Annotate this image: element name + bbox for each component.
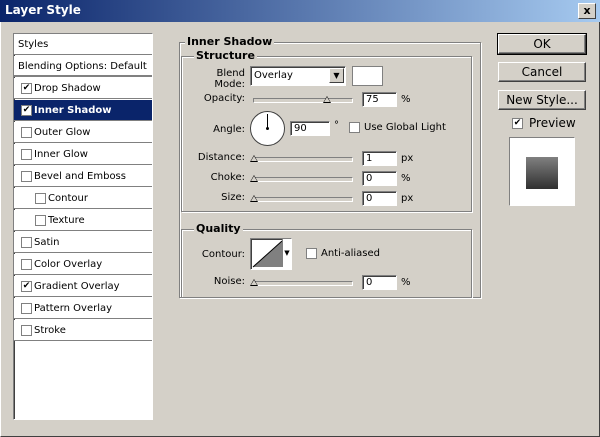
preview-label: Preview (529, 116, 576, 130)
distance-unit: px (401, 153, 414, 164)
sidebar-checkbox[interactable] (21, 237, 32, 248)
anti-aliased-checkbox[interactable] (306, 248, 317, 259)
sidebar-item-label: Texture (48, 215, 85, 226)
contour-curve-icon (252, 240, 283, 268)
sidebar-item-styles[interactable]: Styles (14, 34, 152, 55)
chevron-down-icon[interactable]: ▼ (329, 68, 344, 83)
sidebar-item-label: Gradient Overlay (34, 281, 120, 292)
sidebar-item-color-overlay[interactable]: Color Overlay (14, 254, 152, 275)
contour-picker[interactable]: ▼ (250, 238, 292, 270)
sidebar-checkbox[interactable]: ✔ (21, 83, 32, 94)
window-title: Layer Style (5, 3, 81, 17)
sidebar-item-inner-shadow[interactable]: ✔ Inner Shadow (14, 100, 152, 121)
styles-list: Styles Blending Options: Default ✔ Drop Sha… (13, 33, 153, 420)
noise-slider-thumb[interactable] (250, 279, 258, 286)
noise-label: Noise: (213, 276, 245, 287)
blend-mode-select[interactable]: Overlay ▼ (250, 66, 346, 86)
angle-unit: ° (334, 120, 339, 131)
quality-group (181, 229, 472, 298)
size-unit: px (401, 193, 414, 204)
sidebar-checkbox[interactable] (21, 325, 32, 336)
sidebar-item-bevel-and-emboss[interactable]: Bevel and Emboss (14, 166, 152, 187)
ok-button[interactable]: OK (497, 33, 587, 55)
choke-unit: % (401, 173, 411, 184)
choke-label: Choke: (210, 172, 245, 183)
sidebar-checkbox[interactable] (35, 193, 46, 204)
sidebar-item-label: Drop Shadow (34, 83, 101, 94)
structure-title: Structure (194, 49, 257, 62)
opacity-unit: % (401, 94, 411, 105)
sidebar-checkbox[interactable] (21, 149, 32, 160)
new-style-button[interactable]: New Style... (498, 90, 586, 110)
sidebar-checkbox[interactable] (35, 215, 46, 226)
sidebar-item-label: Satin (34, 237, 60, 248)
sidebar-item-label: Bevel and Emboss (34, 171, 126, 182)
noise-unit: % (401, 277, 411, 288)
sidebar-item-satin[interactable]: Satin (14, 232, 152, 253)
angle-input[interactable]: 90 (290, 121, 330, 136)
use-global-light-checkbox[interactable] (349, 122, 360, 133)
sidebar-item-label: Styles (18, 39, 49, 50)
size-slider-thumb[interactable] (250, 195, 258, 202)
noise-input[interactable]: 0 (362, 275, 397, 290)
blend-mode-label: Blend Mode: (214, 68, 245, 90)
sidebar-item-label: Inner Shadow (34, 105, 112, 116)
opacity-slider[interactable] (253, 98, 353, 103)
sidebar-item-gradient-overlay[interactable]: ✔ Gradient Overlay (14, 276, 152, 297)
distance-slider[interactable] (253, 157, 353, 162)
sidebar-checkbox[interactable]: ✔ (21, 281, 32, 292)
sidebar-checkbox[interactable]: ✔ (21, 105, 32, 116)
choke-input[interactable]: 0 (362, 171, 397, 186)
contour-dropdown-icon[interactable]: ▼ (282, 239, 291, 267)
anti-aliased-label: Anti-aliased (321, 248, 381, 259)
quality-title: Quality (194, 222, 243, 235)
title-bar[interactable]: Layer Style x (0, 0, 600, 22)
sidebar-item-label: Pattern Overlay (34, 303, 113, 314)
distance-input[interactable]: 1 (362, 151, 397, 166)
panel-title: Inner Shadow (185, 35, 275, 48)
sidebar-checkbox[interactable] (21, 127, 32, 138)
sidebar-item-label: Stroke (34, 325, 66, 336)
use-global-light-label: Use Global Light (364, 122, 446, 133)
sidebar-item-inner-glow[interactable]: Inner Glow (14, 144, 152, 165)
preview-swatch (526, 157, 558, 189)
preview-checkbox[interactable]: ✔ (512, 118, 523, 129)
close-icon: x (583, 4, 591, 17)
opacity-input[interactable]: 75 (362, 92, 397, 107)
preview-check: ✔ (513, 118, 522, 128)
preview-thumbnail (509, 137, 575, 206)
blend-mode-value: Overlay (254, 70, 293, 81)
opacity-label: Opacity: (203, 93, 245, 104)
sidebar-item-outer-glow[interactable]: Outer Glow (14, 122, 152, 143)
size-slider[interactable] (253, 197, 353, 202)
sidebar-item-texture[interactable]: Texture (14, 210, 152, 231)
size-input[interactable]: 0 (362, 191, 397, 206)
sidebar-item-pattern-overlay[interactable]: Pattern Overlay (14, 298, 152, 319)
distance-label: Distance: (197, 152, 245, 163)
sidebar-item-drop-shadow[interactable]: ✔ Drop Shadow (14, 78, 152, 99)
sidebar-item-label: Inner Glow (34, 149, 88, 160)
size-label: Size: (221, 192, 245, 203)
sidebar-item-label: Contour (48, 193, 88, 204)
sidebar-checkbox[interactable] (21, 171, 32, 182)
close-button[interactable]: x (578, 3, 596, 19)
sidebar-item-blending-options-default[interactable]: Blending Options: Default (14, 56, 152, 77)
cancel-button[interactable]: Cancel (498, 62, 586, 82)
angle-dial[interactable] (249, 110, 286, 147)
sidebar-checkbox[interactable] (21, 303, 32, 314)
contour-label: Contour: (201, 249, 245, 260)
sidebar-item-label: Color Overlay (34, 259, 103, 270)
sidebar-item-label: Outer Glow (34, 127, 91, 138)
choke-slider[interactable] (253, 177, 353, 182)
opacity-slider-thumb[interactable] (322, 96, 331, 103)
sidebar-item-label: Blending Options: Default (18, 61, 147, 72)
distance-slider-thumb[interactable] (250, 155, 258, 162)
shadow-color-swatch[interactable] (352, 66, 383, 86)
sidebar-item-stroke[interactable]: Stroke (14, 320, 152, 341)
sidebar-checkbox[interactable] (21, 259, 32, 270)
angle-label: Angle: (213, 124, 245, 135)
noise-slider[interactable] (253, 281, 353, 286)
choke-slider-thumb[interactable] (250, 175, 258, 182)
sidebar-item-contour[interactable]: Contour (14, 188, 152, 209)
